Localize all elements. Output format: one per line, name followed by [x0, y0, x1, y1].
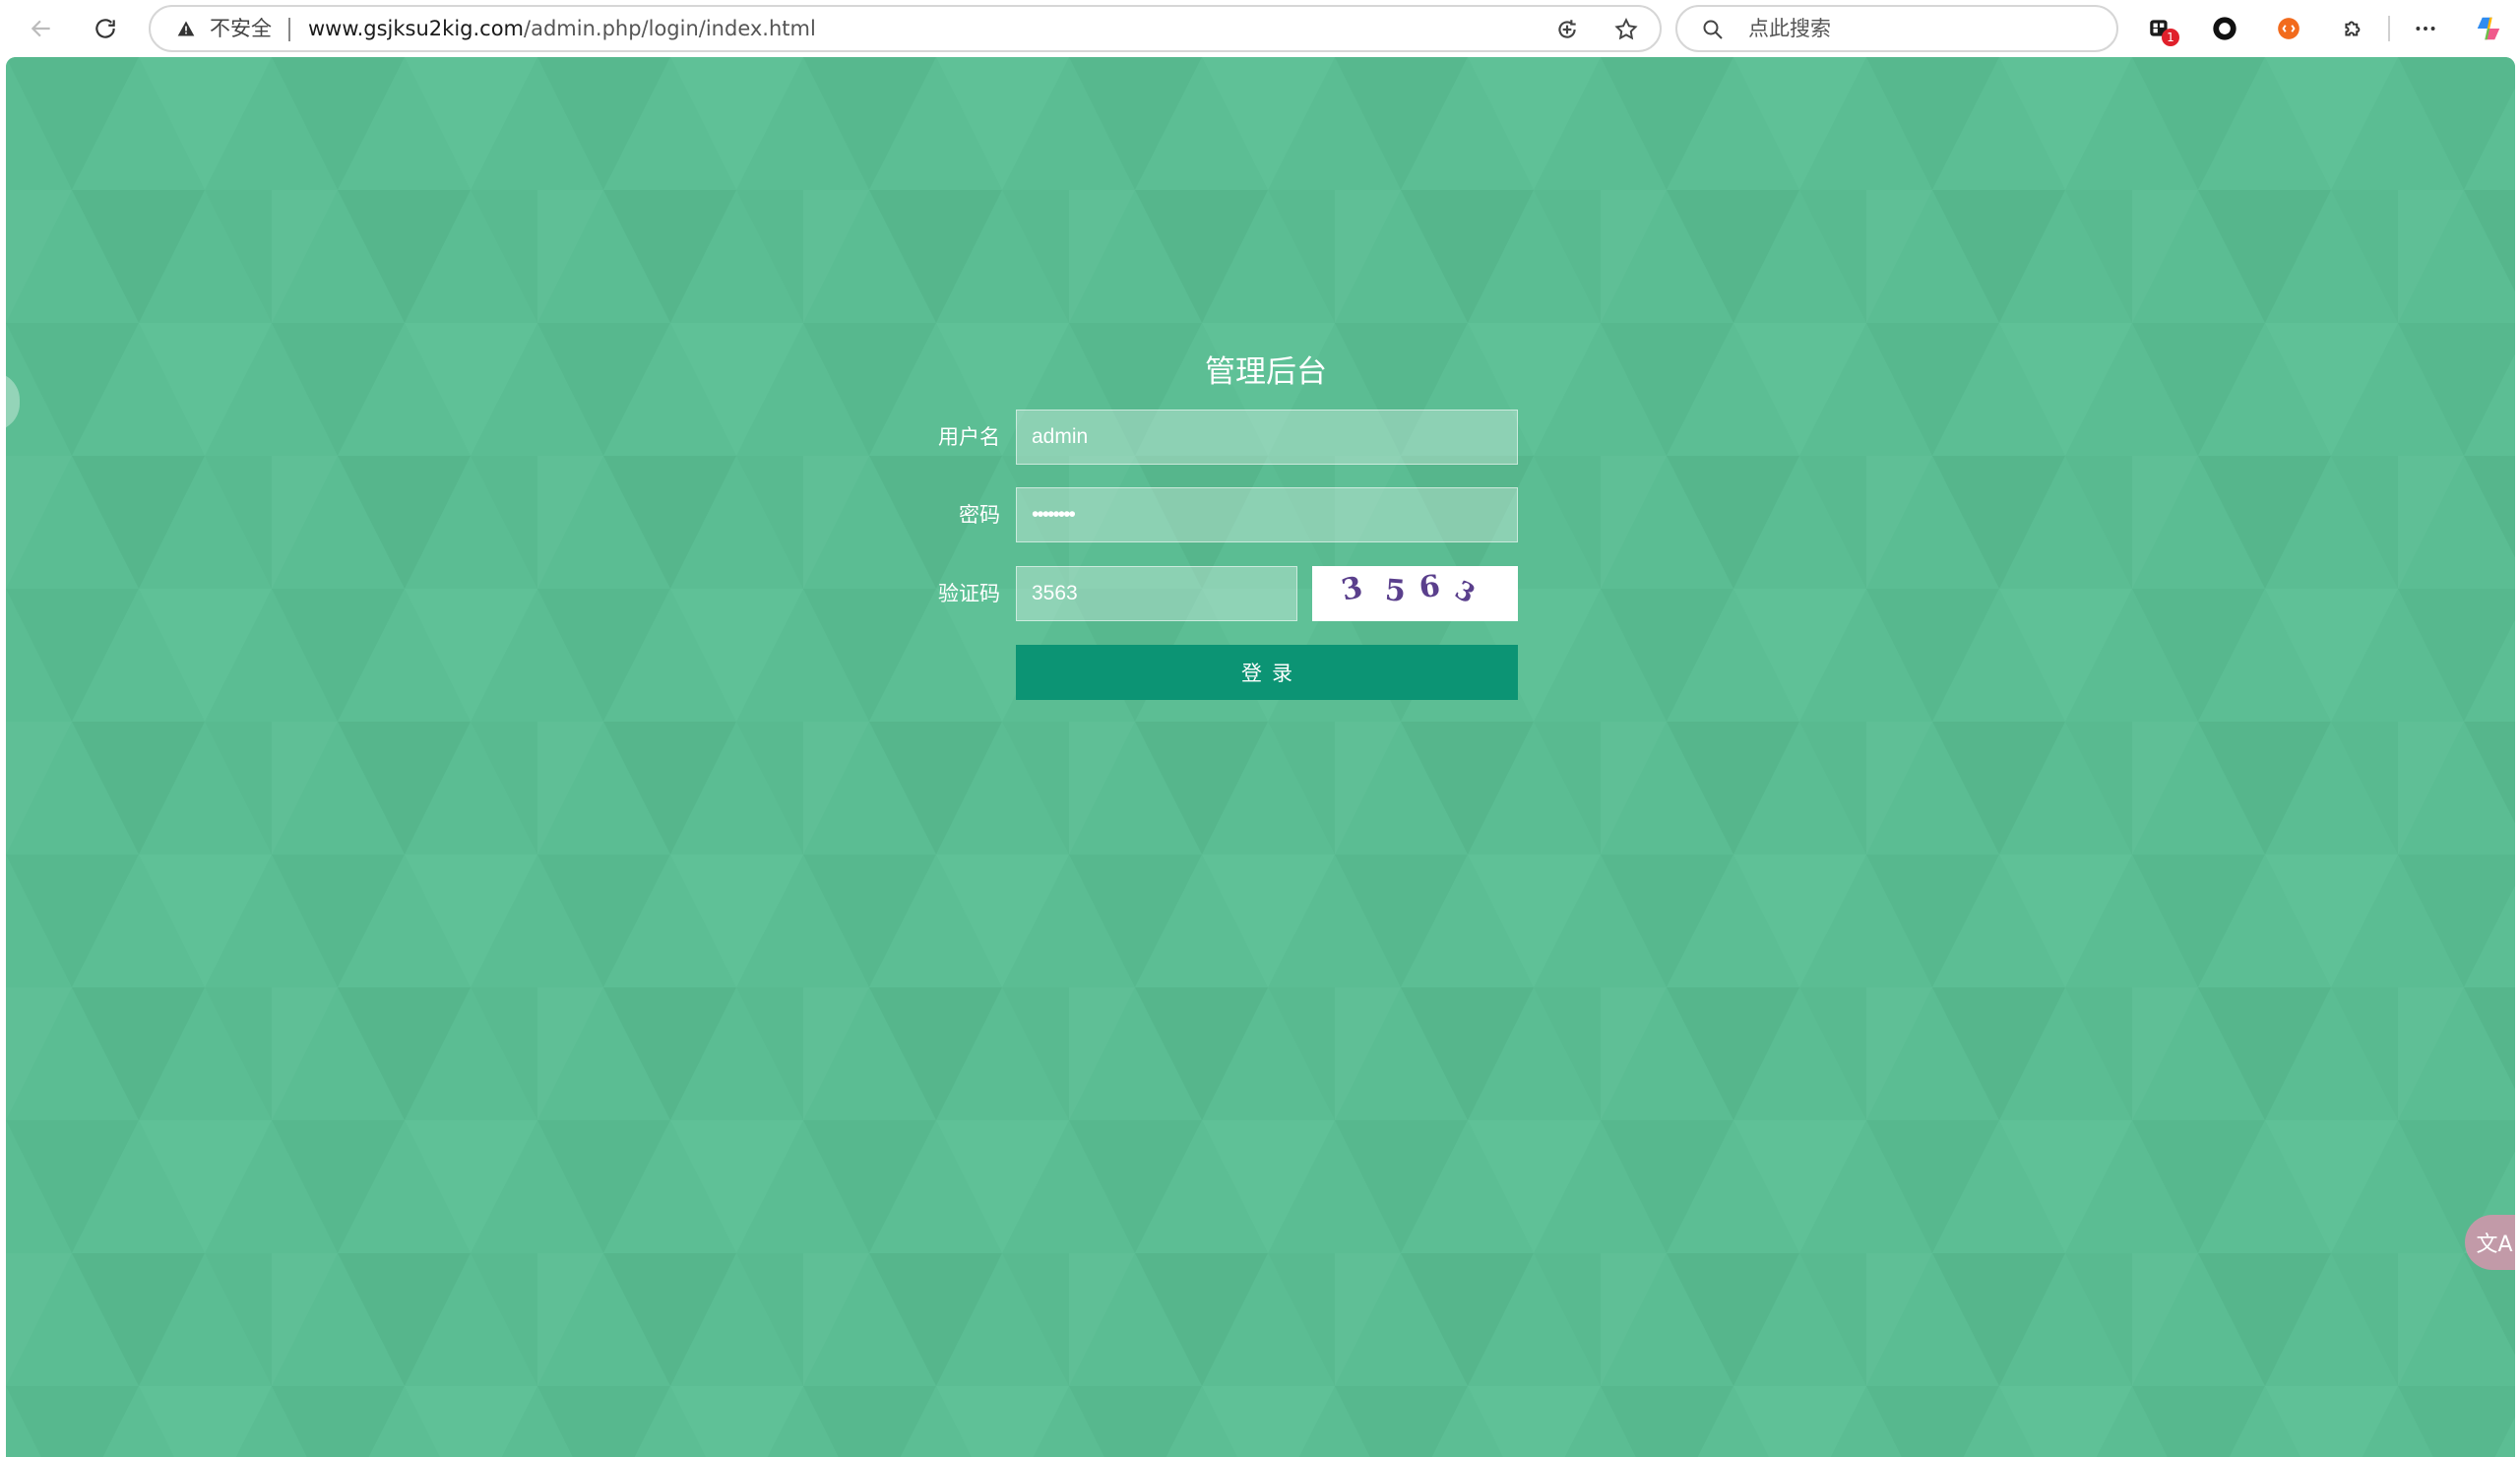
captcha-char: 5 — [1383, 573, 1408, 609]
orange-extension-icon[interactable] — [2271, 11, 2306, 46]
toolbar-divider — [2388, 16, 2390, 41]
more-icon[interactable] — [2408, 11, 2443, 46]
refresh-page-icon[interactable] — [1552, 15, 1582, 44]
captcha-image[interactable]: 3 5 6 3 — [1312, 566, 1518, 621]
captcha-char: 6 — [1417, 568, 1443, 606]
address-bar[interactable]: 不安全 www.gsjksu2kig.com/admin.php/login/i… — [149, 5, 1662, 52]
url-path: /admin.php/login/index.html — [524, 17, 816, 40]
password-label: 密码 — [959, 503, 1000, 527]
back-icon[interactable] — [22, 9, 61, 48]
record-icon[interactable] — [2207, 11, 2242, 46]
reload-icon[interactable] — [86, 9, 125, 48]
password-input[interactable] — [1016, 487, 1518, 542]
page-viewport: 管理后台 用户名 密码 验证码 3 5 6 3 登录 文A — [6, 57, 2515, 1457]
extension-badge: 1 — [2162, 29, 2179, 46]
page-title: 管理后台 — [1205, 354, 1327, 390]
security-label[interactable]: 不安全 — [210, 16, 272, 41]
username-label: 用户名 — [938, 425, 1000, 449]
username-input[interactable] — [1016, 410, 1518, 465]
url-text[interactable]: www.gsjksu2kig.com/admin.php/login/index… — [308, 16, 816, 41]
login-form: 管理后台 用户名 密码 验证码 3 5 6 3 登录 — [6, 57, 2515, 1457]
browser-toolbar: 不安全 www.gsjksu2kig.com/admin.php/login/i… — [0, 0, 2520, 57]
search-placeholder: 点此搜索 — [1748, 17, 1831, 40]
login-button[interactable]: 登录 — [1016, 645, 1518, 700]
url-host: www.gsjksu2kig.com — [308, 17, 525, 40]
captcha-char: 3 — [1450, 575, 1480, 610]
warning-icon — [177, 21, 195, 36]
search-icon — [1703, 20, 1723, 39]
captcha-label: 验证码 — [938, 582, 1000, 605]
star-icon[interactable] — [1611, 15, 1641, 44]
puzzle-icon[interactable] — [2336, 11, 2371, 46]
copilot-icon[interactable] — [2471, 11, 2506, 46]
separator — [288, 18, 290, 41]
captcha-char: 3 — [1338, 570, 1366, 608]
extension-icon[interactable]: 1 — [2142, 11, 2179, 46]
search-box[interactable]: 点此搜索 — [1675, 5, 2118, 52]
translate-icon[interactable]: 文A — [2465, 1215, 2515, 1270]
captcha-input[interactable] — [1016, 566, 1297, 621]
